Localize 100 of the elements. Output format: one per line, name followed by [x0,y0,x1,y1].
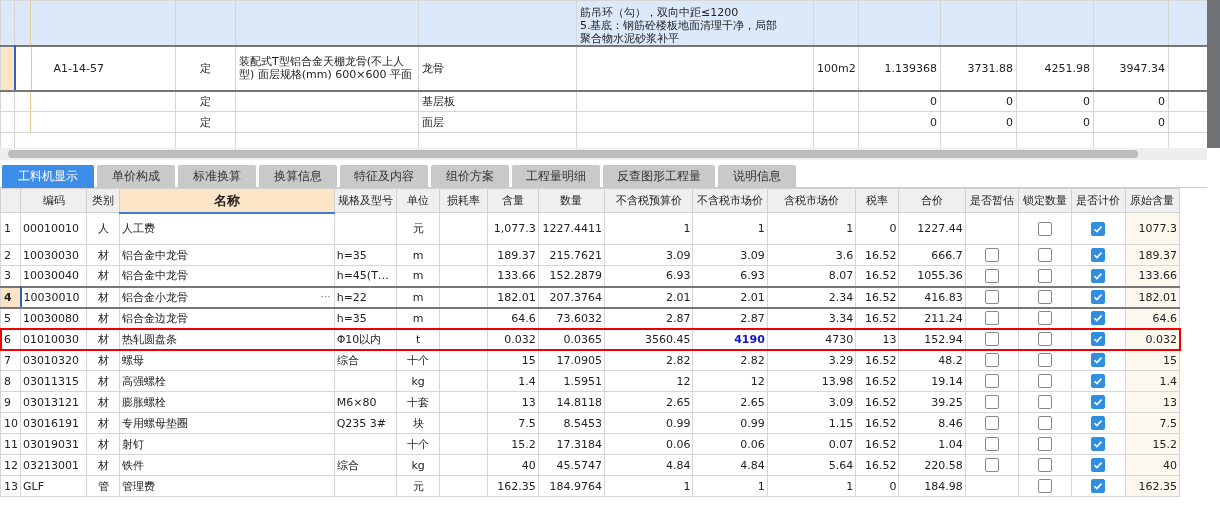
column-header[interactable]: 含税市场价 [767,188,856,213]
tab[interactable]: 组价方案 [431,165,509,188]
table-cell: 材 [86,433,120,455]
checkbox[interactable] [984,395,999,409]
row-number: 10 [0,412,21,434]
table-cell: 0 [855,475,899,497]
checkbox[interactable] [984,374,999,388]
table-cell: 十个 [396,433,440,455]
table-cell: h=22 [336,290,367,304]
checkbox[interactable] [1038,353,1053,367]
checkbox[interactable] [1091,416,1106,430]
column-header[interactable]: 含量 [487,188,539,213]
table-cell: kg [396,370,440,392]
column-header[interactable]: 规格及型号 [334,188,397,213]
checkbox[interactable] [1091,311,1106,326]
column-header[interactable]: 是否暂估 [965,188,1019,213]
checkbox[interactable] [1038,416,1053,430]
table-cell: 182.01 [1125,286,1180,308]
checkbox[interactable] [1038,479,1053,493]
checkbox[interactable] [1091,290,1106,304]
more-button[interactable]: ··· [320,289,331,303]
checkbox[interactable] [984,416,999,430]
checkmark-icon [1092,438,1105,450]
table-cell: 元 [396,475,440,497]
column-header[interactable]: 编码 [20,188,87,213]
column-header[interactable]: 税率 [855,188,899,213]
checkbox[interactable] [984,332,999,346]
table-cell: 40 [487,454,539,476]
checkbox[interactable] [984,353,999,367]
checkbox[interactable] [1038,248,1053,262]
column-header[interactable]: 类别 [86,188,120,213]
horizontal-scrollbar[interactable] [0,148,1207,160]
checkbox[interactable] [984,268,999,283]
column-header[interactable]: 数量 [538,188,605,213]
table-cell: 03013121 [20,391,87,413]
checkbox[interactable] [1091,395,1106,409]
checkbox[interactable] [984,437,999,451]
table-cell: 0.99 [692,412,768,434]
checkbox[interactable] [984,311,999,326]
table-cell: 184.9764 [538,475,605,497]
column-header[interactable]: 名称 [119,188,335,213]
checkbox[interactable] [1038,437,1053,451]
checkbox[interactable] [1091,221,1106,236]
checkbox[interactable] [1091,479,1106,493]
table-cell: 高强螺栓 [121,374,166,388]
table-cell: 416.83 [899,286,966,308]
table-cell: 2.82 [692,349,768,371]
checkmark-icon [1092,291,1105,303]
item-quantity: 1.139368 [884,61,937,75]
table-cell: 182.01 [487,286,539,308]
checkmark-icon [1092,396,1105,408]
checkbox[interactable] [1038,221,1053,236]
checkbox[interactable] [984,248,999,262]
table-cell: 16.52 [855,412,899,434]
table-cell: 1.5951 [538,370,605,392]
checkbox[interactable] [1091,332,1106,346]
column-header[interactable]: 损耗率 [439,188,488,213]
column-header[interactable]: 是否计价 [1071,188,1126,213]
checkbox[interactable] [1091,248,1106,262]
table-cell: 39.25 [899,391,966,413]
checkbox[interactable] [1038,290,1053,304]
checkmark-icon [1092,249,1105,261]
table-cell: Φ10以内 [336,332,382,346]
tab[interactable]: 特征及内容 [340,165,428,188]
table-cell: 03019031 [20,433,87,455]
table-cell: 1 [767,212,856,245]
column-header[interactable]: 不含税市场价 [692,188,768,213]
column-header[interactable]: 锁定数量 [1018,188,1072,213]
column-header[interactable]: 合价 [899,188,966,213]
checkbox[interactable] [1038,268,1053,283]
tab[interactable]: 单价构成 [97,165,175,188]
checkbox[interactable] [1091,437,1106,451]
tab[interactable]: 工程量明细 [512,165,600,188]
table-cell: 17.0905 [538,349,605,371]
table-cell: 4251.98 [1044,61,1090,75]
checkbox[interactable] [1091,374,1106,388]
table-cell: 0 [1083,94,1090,108]
column-header[interactable]: 不含税预算价 [604,188,693,213]
checkbox[interactable] [1038,374,1053,388]
scrollbar[interactable] [1207,0,1220,148]
tab[interactable]: 标准换算 [178,165,256,188]
tab[interactable]: 说明信息 [718,165,796,188]
checkbox[interactable] [984,290,999,304]
checkbox[interactable] [1038,395,1053,409]
checkbox[interactable] [1038,458,1053,472]
column-header[interactable]: 单位 [396,188,440,213]
table-cell: 0.99 [604,412,693,434]
checkbox[interactable] [984,458,999,472]
table-cell: m [396,244,440,266]
checkbox[interactable] [1091,458,1106,472]
checkbox[interactable] [1091,268,1106,283]
checkbox[interactable] [1038,332,1053,346]
table-cell: 1.04 [899,433,966,455]
checkbox[interactable] [1038,311,1053,326]
checkbox[interactable] [1091,353,1106,367]
tab[interactable]: 反查图形工程量 [603,165,715,188]
table-cell: h=35 [336,248,367,262]
column-header[interactable]: 原始含量 [1125,188,1180,213]
table-cell: 铝合金边龙骨 [121,311,188,325]
tab[interactable]: 换算信息 [259,165,337,188]
